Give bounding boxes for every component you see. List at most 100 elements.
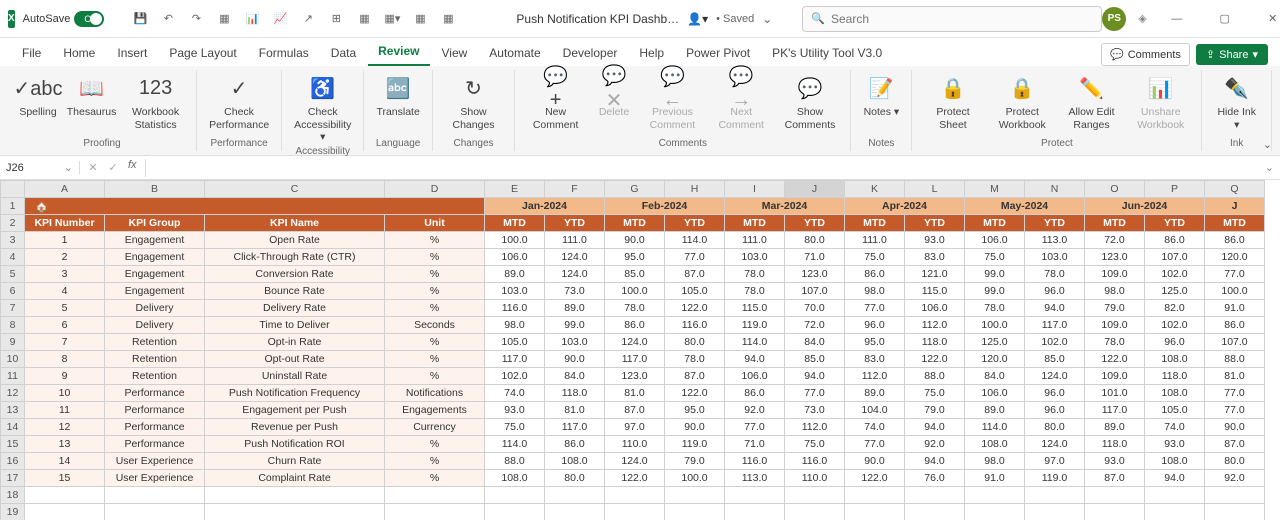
data-cell[interactable]: 90.0 [845,453,905,470]
row-header[interactable]: 4 [1,249,25,266]
data-cell[interactable]: Retention [105,334,205,351]
row-header[interactable]: 19 [1,504,25,520]
data-cell[interactable]: 86.0 [1205,317,1265,334]
data-cell[interactable]: 8 [25,351,105,368]
data-cell[interactable]: 81.0 [1205,368,1265,385]
document-title[interactable]: Push Notification KPI Dashb… 👤▾ • Saved … [516,12,772,26]
col-header-I[interactable]: I [725,181,785,198]
qat-icon-8[interactable]: ▦ [408,7,432,31]
data-cell[interactable]: 77.0 [725,419,785,436]
data-cell[interactable]: 119.0 [1025,470,1085,487]
data-cell[interactable]: Open Rate [205,232,385,249]
data-cell[interactable]: 87.0 [665,266,725,283]
data-cell[interactable]: Bounce Rate [205,283,385,300]
formula-input[interactable] [146,162,1259,174]
data-cell[interactable]: 100.0 [965,317,1025,334]
data-cell[interactable]: 106.0 [965,385,1025,402]
data-cell[interactable]: 94.0 [1025,300,1085,317]
data-cell[interactable]: 74.0 [845,419,905,436]
row-header[interactable]: 13 [1,402,25,419]
data-cell[interactable]: 77.0 [1205,266,1265,283]
home-icon-cell[interactable]: 🏠 [25,198,485,215]
data-cell[interactable]: Performance [105,436,205,453]
data-cell[interactable]: 84.0 [545,368,605,385]
data-cell[interactable]: 123.0 [1085,249,1145,266]
data-cell[interactable]: 86.0 [845,266,905,283]
search-box[interactable]: 🔍 [802,6,1102,32]
empty-cell[interactable] [485,504,545,520]
data-cell[interactable]: Performance [105,385,205,402]
data-cell[interactable]: 115.0 [725,300,785,317]
data-cell[interactable]: 90.0 [545,351,605,368]
col-header-J[interactable]: J [785,181,845,198]
col-header-B[interactable]: B [105,181,205,198]
data-cell[interactable]: 114.0 [965,419,1025,436]
tab-formulas[interactable]: Formulas [249,40,319,66]
data-cell[interactable]: 78.0 [665,351,725,368]
data-cell[interactable]: Notifications [385,385,485,402]
cancel-icon[interactable]: ✕ [84,159,102,177]
data-cell[interactable]: 107.0 [785,283,845,300]
tab-automate[interactable]: Automate [479,40,550,66]
empty-cell[interactable] [545,487,605,504]
data-cell[interactable]: Push Notification Frequency [205,385,385,402]
data-cell[interactable]: 100.0 [665,470,725,487]
data-cell[interactable]: 91.0 [965,470,1025,487]
data-cell[interactable]: 111.0 [545,232,605,249]
search-input[interactable] [831,12,1093,26]
row-header-1[interactable]: 1 [1,198,25,215]
data-cell[interactable]: 88.0 [905,368,965,385]
data-cell[interactable]: 99.0 [545,317,605,334]
data-cell[interactable]: 86.0 [725,385,785,402]
data-cell[interactable]: 119.0 [725,317,785,334]
ribbon-protect-workbook[interactable]: 🔒Protect Workbook [990,70,1055,133]
empty-cell[interactable] [1025,487,1085,504]
data-cell[interactable]: 81.0 [545,402,605,419]
empty-cell[interactable] [965,487,1025,504]
data-cell[interactable]: Click-Through Rate (CTR) [205,249,385,266]
qat-icon-9[interactable]: ▦ [436,7,460,31]
data-cell[interactable]: % [385,436,485,453]
data-cell[interactable]: 112.0 [905,317,965,334]
empty-cell[interactable] [1205,504,1265,520]
data-cell[interactable]: 89.0 [485,266,545,283]
data-cell[interactable]: % [385,266,485,283]
maximize-button[interactable]: ▢ [1207,5,1243,33]
data-cell[interactable]: 77.0 [785,385,845,402]
data-cell[interactable]: 108.0 [1145,351,1205,368]
row-header[interactable]: 8 [1,317,25,334]
data-cell[interactable]: 121.0 [905,266,965,283]
data-cell[interactable]: 96.0 [1145,334,1205,351]
data-cell[interactable]: 91.0 [1205,300,1265,317]
data-cell[interactable]: % [385,300,485,317]
data-cell[interactable]: 92.0 [905,436,965,453]
data-cell[interactable]: 124.0 [545,249,605,266]
data-cell[interactable]: 106.0 [905,300,965,317]
empty-cell[interactable] [1205,487,1265,504]
data-cell[interactable]: 117.0 [605,351,665,368]
tab-pk-s-utility-tool-v3-0[interactable]: PK's Utility Tool V3.0 [762,40,892,66]
data-cell[interactable]: 7 [25,334,105,351]
empty-cell[interactable] [605,487,665,504]
data-cell[interactable]: 118.0 [545,385,605,402]
data-cell[interactable]: 15 [25,470,105,487]
data-cell[interactable]: 97.0 [1025,453,1085,470]
data-cell[interactable]: Conversion Rate [205,266,385,283]
data-cell[interactable]: Time to Deliver [205,317,385,334]
data-cell[interactable]: 5 [25,300,105,317]
data-cell[interactable]: 71.0 [725,436,785,453]
ribbon-translate[interactable]: 🔤Translate [372,70,423,121]
data-cell[interactable]: 74.0 [485,385,545,402]
data-cell[interactable]: 90.0 [665,419,725,436]
col-header-F[interactable]: F [545,181,605,198]
row-header[interactable]: 14 [1,419,25,436]
data-cell[interactable]: 94.0 [725,351,785,368]
data-cell[interactable]: 107.0 [1145,249,1205,266]
data-cell[interactable]: 103.0 [485,283,545,300]
ribbon-spelling[interactable]: ✓abcSpelling [16,70,60,121]
data-cell[interactable]: 112.0 [845,368,905,385]
data-cell[interactable]: Revenue per Push [205,419,385,436]
data-cell[interactable]: 88.0 [1205,351,1265,368]
data-cell[interactable]: 88.0 [485,453,545,470]
data-cell[interactable]: 86.0 [545,436,605,453]
